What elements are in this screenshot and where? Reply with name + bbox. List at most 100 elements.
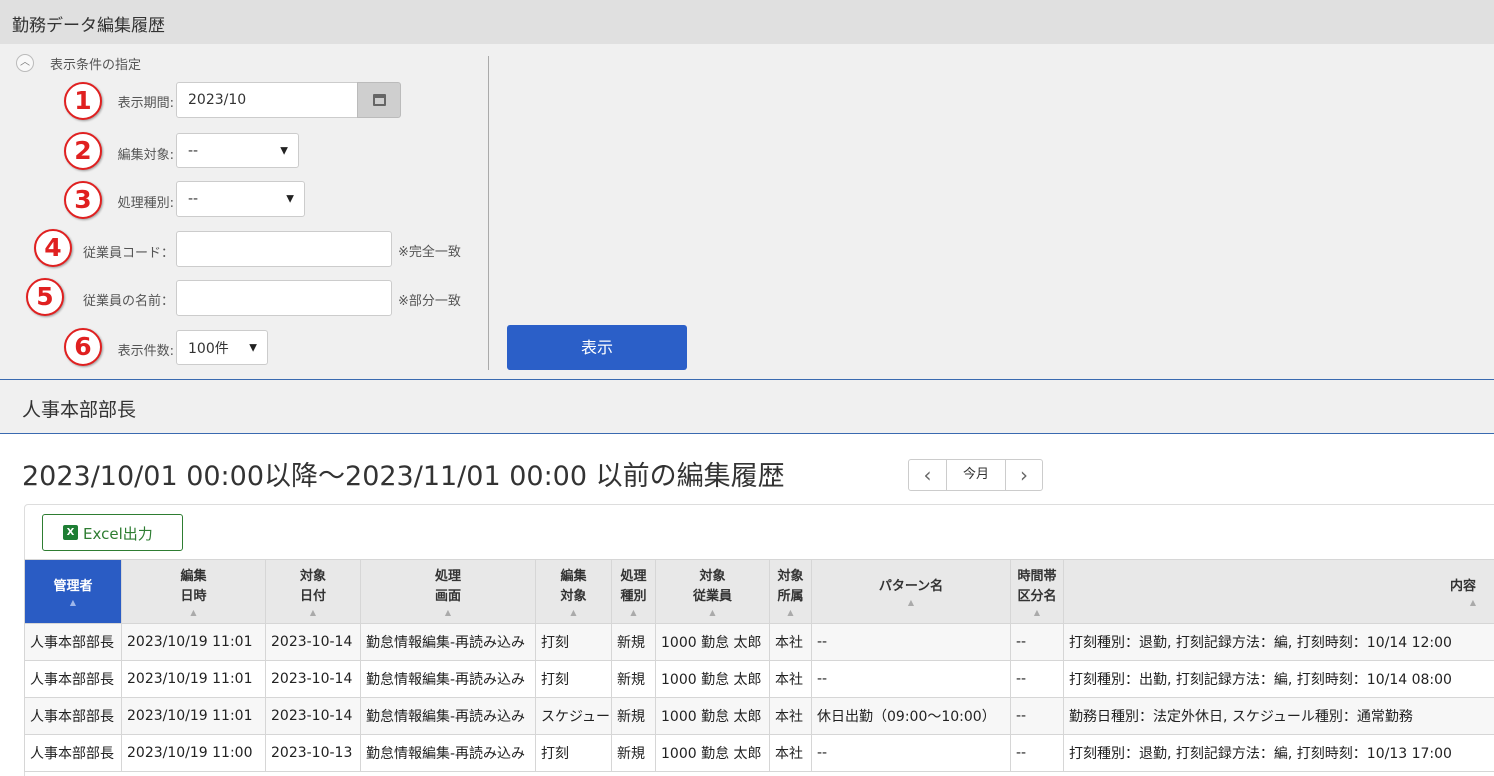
sort-arrow-icon: ▲: [630, 607, 637, 617]
header-line: 内容: [1449, 578, 1476, 594]
column-header-process-screen[interactable]: 処理 画面 ▲: [360, 559, 536, 624]
header-line: 種別: [620, 588, 647, 604]
count-select[interactable]: 100件 ▼: [176, 330, 268, 365]
header-line: パターン名: [878, 578, 944, 594]
cell-process-screen: 勤怠情報編集-再読み込み: [360, 697, 536, 735]
cell-target-date: 2023-10-14: [265, 623, 361, 661]
cell-admin: 人事本部部長: [24, 697, 122, 735]
show-button[interactable]: 表示: [507, 325, 687, 370]
header-line: 対象: [699, 568, 726, 584]
sort-arrow-icon: ▲: [1469, 597, 1476, 607]
table-row[interactable]: 人事本部部長 2023/10/19 11:01 2023-10-14 勤怠情報編集-再…: [24, 623, 1494, 661]
calendar-icon: [373, 94, 386, 106]
employee-code-input[interactable]: [176, 231, 392, 267]
cell-target-employee: 1000 勤怠 太郎: [655, 623, 770, 661]
cell-edit-datetime: 2023/10/19 11:01: [121, 623, 266, 661]
cell-edit-target: 打刻: [535, 660, 612, 698]
edit-target-label: 編集対象:: [117, 148, 174, 163]
column-header-edit-datetime[interactable]: 編集 日時 ▲: [121, 559, 266, 624]
column-header-process-type[interactable]: 処理種別 ▲: [611, 559, 656, 624]
current-month-button[interactable]: 今月: [947, 460, 1005, 490]
cell-pattern-name: --: [811, 734, 1011, 772]
sort-arrow-icon: ▲: [709, 607, 716, 617]
cell-time-zone: --: [1010, 734, 1064, 772]
column-header-content[interactable]: 内容 ▲: [1063, 559, 1494, 624]
cell-content: 勤務日種別：法定外休日, スケジュール種別：通常勤務: [1063, 697, 1494, 735]
sort-arrow-icon: ▲: [787, 607, 794, 617]
process-type-select[interactable]: -- ▼: [176, 181, 305, 217]
header-line: 対象: [299, 568, 326, 584]
employee-name-input[interactable]: [176, 280, 392, 316]
history-table: 管理者 ▲ 編集日時 ▲ 対象 日付 ▲ 処理画面 ▲ 編集 対象 ▲ 処理種別 ▲ 対象 従業員…: [24, 559, 1494, 772]
edit-target-value: --: [188, 142, 199, 159]
cell-time-zone: --: [1010, 660, 1064, 698]
column-header-edit-target[interactable]: 編集 対象 ▲: [535, 559, 612, 624]
column-header-admin[interactable]: 管理者 ▲: [24, 559, 122, 624]
sort-arrow-icon: ▲: [309, 607, 317, 617]
cell-process-type: 新規: [611, 623, 656, 661]
sort-arrow-icon: ▲: [570, 607, 577, 617]
table-row[interactable]: 人事本部部長 2023/10/19 11:01 2023-10-14 勤怠情報編集-再…: [24, 660, 1494, 698]
cell-pattern-name: 休日出勤（09:00～10:00）: [811, 697, 1011, 735]
cell-edit-datetime: 2023/10/19 11:00: [121, 734, 266, 772]
table-header-row: 管理者 ▲ 編集日時 ▲ 対象 日付 ▲ 処理画面 ▲ 編集 対象 ▲ 処理種別 ▲ 対象 従業員…: [24, 559, 1494, 624]
cell-process-screen: 勤怠情報編集-再読み込み: [360, 734, 536, 772]
cell-target-dept: 本社: [769, 623, 812, 661]
employee-code-label: 従業員コード：: [82, 246, 174, 261]
cell-target-date: 2023-10-14: [265, 697, 361, 735]
page-header: 勤務データ編集履歴: [0, 0, 1494, 44]
process-type-label: 処理種別:: [117, 196, 174, 211]
cell-process-type: 新規: [611, 734, 656, 772]
count-label: 表示件数:: [117, 344, 174, 359]
cell-content: 打刻種別：退勤, 打刻記録方法：編, 打刻時刻：10/14 12:00: [1063, 623, 1494, 661]
cell-process-screen: 勤怠情報編集-再読み込み: [360, 623, 536, 661]
next-month-button[interactable]: ›: [1005, 460, 1042, 490]
excel-icon: X: [63, 525, 78, 540]
section-divider-top: [0, 379, 1494, 380]
partial-match-note: ※部分一致: [398, 294, 461, 309]
section-title: 人事本部部長: [22, 399, 137, 421]
prev-month-button[interactable]: ‹: [909, 460, 947, 490]
excel-export-button[interactable]: X Excel出力: [42, 514, 183, 551]
vertical-divider: [488, 56, 489, 370]
cell-target-employee: 1000 勤怠 太郎: [655, 734, 770, 772]
period-label: 表示期間:: [117, 96, 174, 111]
sort-arrow-icon: ▲: [69, 597, 77, 607]
header-line: 編集: [560, 568, 587, 584]
process-type-value: --: [188, 191, 199, 207]
period-value: 2023/10: [188, 92, 247, 108]
column-header-target-date[interactable]: 対象 日付 ▲: [265, 559, 361, 624]
column-header-target-employee[interactable]: 対象 従業員 ▲: [655, 559, 770, 624]
cell-edit-datetime: 2023/10/19 11:01: [121, 660, 266, 698]
period-input[interactable]: 2023/10: [176, 82, 358, 118]
cell-time-zone: --: [1010, 697, 1064, 735]
cell-target-dept: 本社: [769, 660, 812, 698]
table-row[interactable]: 人事本部部長 2023/10/19 11:01 2023-10-14 勤怠情報編集-再…: [24, 697, 1494, 735]
table-row[interactable]: 人事本部部長 2023/10/19 11:00 2023-10-13 勤怠情報編集-再…: [24, 734, 1494, 772]
header-line: 対象: [777, 568, 804, 584]
exact-match-note: ※完全一致: [398, 245, 461, 260]
header-line: 所属: [777, 588, 804, 604]
header-line: 処理: [620, 568, 647, 584]
cell-target-dept: 本社: [769, 697, 812, 735]
cell-process-screen: 勤怠情報編集-再読み込み: [360, 660, 536, 698]
cell-edit-target: 打刻: [535, 623, 612, 661]
column-header-target-dept[interactable]: 対象所属 ▲: [769, 559, 812, 624]
cell-edit-datetime: 2023/10/19 11:01: [121, 697, 266, 735]
column-header-pattern-name[interactable]: パターン名 ▲: [811, 559, 1011, 624]
cell-time-zone: --: [1010, 623, 1064, 661]
header-line: 時間帯: [1017, 568, 1057, 584]
collapse-chevron-icon[interactable]: ︿: [16, 54, 34, 72]
conditions-toggle-label[interactable]: 表示条件の指定: [50, 54, 141, 73]
header-line: 画面: [434, 588, 461, 604]
column-header-time-zone[interactable]: 時間帯 区分名 ▲: [1010, 559, 1064, 624]
edit-target-select[interactable]: -- ▼: [176, 133, 299, 168]
cell-process-type: 新規: [611, 660, 656, 698]
sort-arrow-icon: ▲: [190, 607, 197, 617]
cell-pattern-name: --: [811, 660, 1011, 698]
header-line: 処理: [434, 568, 461, 584]
cell-process-type: 新規: [611, 697, 656, 735]
cell-target-dept: 本社: [769, 734, 812, 772]
calendar-button[interactable]: [357, 82, 401, 118]
header-line: 日時: [180, 588, 207, 604]
